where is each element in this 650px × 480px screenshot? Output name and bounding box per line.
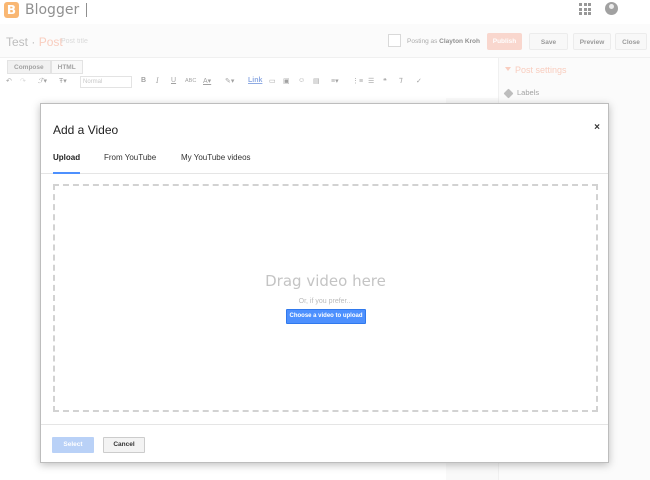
dialog-title: Add a Video xyxy=(53,123,119,137)
video-dropzone[interactable]: Drag video here Or, if you prefer... Cho… xyxy=(53,184,598,412)
or-prefer-text: Or, if you prefer... xyxy=(298,298,353,305)
tab-from-youtube[interactable]: From YouTube xyxy=(104,153,156,174)
cancel-button[interactable]: Cancel xyxy=(103,437,145,453)
select-button[interactable]: Select xyxy=(52,437,94,453)
tab-my-youtube-videos[interactable]: My YouTube videos xyxy=(181,153,251,174)
dialog-footer: Select Cancel xyxy=(41,424,608,462)
close-icon[interactable]: × xyxy=(594,122,600,133)
tab-upload[interactable]: Upload xyxy=(53,153,80,174)
dialog-tabs: Upload From YouTube My YouTube videos xyxy=(41,146,608,174)
add-video-dialog: Add a Video × Upload From YouTube My You… xyxy=(40,103,609,463)
choose-video-button[interactable]: Choose a video to upload xyxy=(286,309,366,324)
drag-video-text: Drag video here xyxy=(265,272,386,290)
